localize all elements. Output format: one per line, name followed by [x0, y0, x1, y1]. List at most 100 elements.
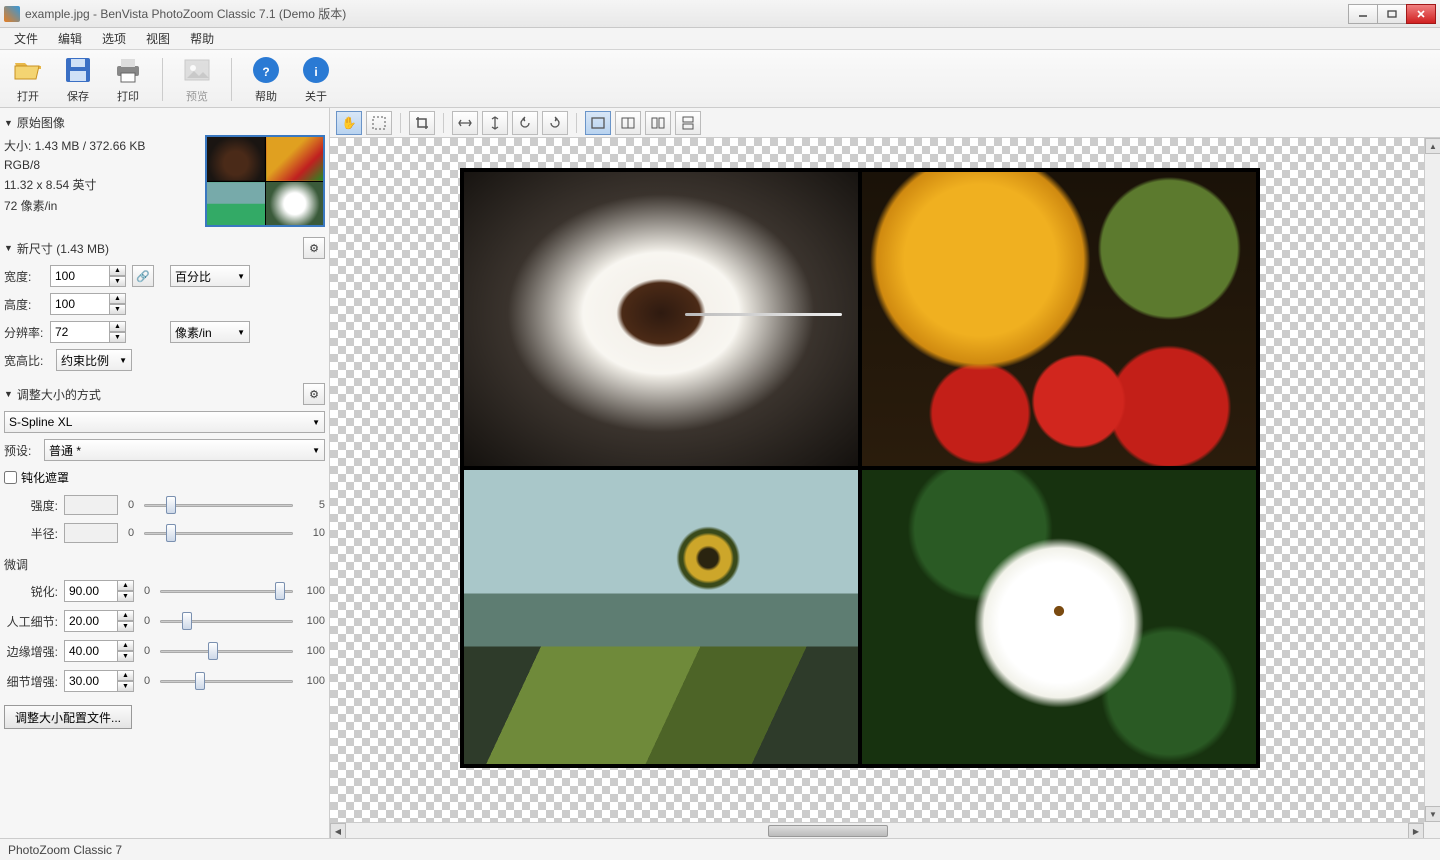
image-cell-lily [862, 470, 1256, 764]
menu-edit[interactable]: 编辑 [48, 28, 92, 49]
scroll-down-button[interactable]: ▼ [1425, 806, 1440, 822]
marquee-icon [372, 116, 386, 130]
section-original[interactable]: ▼原始图像 [4, 112, 325, 133]
help-button[interactable]: ? 帮助 [246, 54, 286, 105]
help-icon: ? [250, 54, 282, 86]
width-input[interactable]: ▲▼ [50, 265, 126, 287]
marquee-tool-button[interactable] [366, 111, 392, 135]
resize-profile-button[interactable]: 调整大小配置文件... [4, 705, 132, 729]
aspect-label: 宽高比: [4, 352, 50, 369]
scroll-left-button[interactable]: ◀ [330, 823, 346, 838]
status-text: PhotoZoom Classic 7 [8, 843, 122, 857]
scroll-up-button[interactable]: ▲ [1425, 138, 1440, 154]
method-settings-button[interactable]: ⚙ [303, 383, 325, 405]
preset-select[interactable]: 普通 *▼ [44, 439, 325, 461]
toolbar-separator [162, 58, 163, 101]
horizontal-scrollbar[interactable]: ◀ ▶ [330, 822, 1424, 838]
height-input[interactable]: ▲▼ [50, 293, 126, 315]
image-preview[interactable] [460, 168, 1260, 768]
newsize-settings-button[interactable]: ⚙ [303, 237, 325, 259]
view-stacked-button[interactable] [675, 111, 701, 135]
save-button[interactable]: 保存 [58, 54, 98, 105]
detail-boost-label: 细节增强: [4, 673, 58, 690]
menu-options[interactable]: 选项 [92, 28, 136, 49]
view-split-v-button[interactable] [645, 111, 671, 135]
section-resize-method[interactable]: ▼调整大小的方式 ⚙ [4, 381, 325, 407]
stacked-icon [681, 116, 695, 130]
artificial-detail-slider[interactable] [160, 612, 293, 630]
original-size: 大小: 1.43 MB / 372.66 KB [4, 137, 199, 154]
resolution-label: 分辨率: [4, 324, 44, 341]
rotate-cw-icon [548, 116, 562, 130]
strength-slider[interactable] [144, 496, 293, 514]
close-button[interactable] [1406, 4, 1436, 24]
resolution-input[interactable]: ▲▼ [50, 321, 126, 343]
hand-icon: ✋ [342, 116, 357, 130]
resolution-unit-select[interactable]: 像素/in▼ [170, 321, 250, 343]
printer-icon [112, 54, 144, 86]
thumbnail[interactable] [205, 135, 325, 227]
rotate-left-button[interactable] [512, 111, 538, 135]
maximize-button[interactable] [1377, 4, 1407, 24]
width-label: 宽度: [4, 268, 44, 285]
flip-h-icon [458, 116, 472, 130]
about-button[interactable]: i 关于 [296, 54, 336, 105]
menu-view[interactable]: 视图 [136, 28, 180, 49]
sharpen-input[interactable]: ▲▼ [64, 580, 134, 602]
main-toolbar: 打开 保存 打印 预览 ? 帮助 i 关于 [0, 50, 1440, 108]
status-bar: PhotoZoom Classic 7 [0, 838, 1440, 860]
edge-boost-label: 边缘增强: [4, 643, 58, 660]
window-title: example.jpg - BenVista PhotoZoom Classic… [25, 5, 1349, 22]
split-v-icon [651, 116, 665, 130]
original-dims: 11.32 x 8.54 英寸 [4, 176, 199, 193]
view-split-h-button[interactable] [615, 111, 641, 135]
sharpen-slider[interactable] [160, 582, 293, 600]
edge-boost-input[interactable]: ▲▼ [64, 640, 134, 662]
crop-icon [415, 116, 429, 130]
link-dimensions-button[interactable]: 🔗 [132, 265, 154, 287]
sharpen-label: 锐化: [4, 583, 58, 600]
size-unit-select[interactable]: 百分比▼ [170, 265, 250, 287]
scroll-right-button[interactable]: ▶ [1408, 823, 1424, 838]
original-dpi: 72 像素/in [4, 197, 199, 214]
radius-label: 半径: [4, 525, 58, 542]
menu-file[interactable]: 文件 [4, 28, 48, 49]
svg-text:?: ? [262, 65, 269, 79]
toolbar-separator [231, 58, 232, 101]
flip-horizontal-button[interactable] [452, 111, 478, 135]
radius-slider[interactable] [144, 524, 293, 542]
canvas-area[interactable]: ▲ ▼ ◀ ▶ [330, 138, 1440, 838]
minimize-button[interactable] [1348, 4, 1378, 24]
scroll-thumb[interactable] [768, 825, 888, 837]
print-button[interactable]: 打印 [108, 54, 148, 105]
menu-help[interactable]: 帮助 [180, 28, 224, 49]
svg-text:i: i [314, 65, 317, 79]
aspect-select[interactable]: 约束比例▼ [56, 349, 132, 371]
detail-boost-slider[interactable] [160, 672, 293, 690]
unsharp-mask-checkbox[interactable]: 钝化遮罩 [4, 469, 325, 486]
image-preview-icon [181, 54, 213, 86]
preset-label: 预设: [4, 442, 38, 459]
crop-tool-button[interactable] [409, 111, 435, 135]
view-single-button[interactable] [585, 111, 611, 135]
settings-panel: ▼原始图像 大小: 1.43 MB / 372.66 KB RGB/8 11.3… [0, 108, 330, 838]
detail-boost-input[interactable]: ▲▼ [64, 670, 134, 692]
radius-input [64, 523, 118, 543]
hand-tool-button[interactable]: ✋ [336, 111, 362, 135]
view-single-icon [591, 116, 605, 130]
image-cell-fruit [862, 172, 1256, 466]
split-h-icon [621, 116, 635, 130]
height-label: 高度: [4, 296, 44, 313]
strength-label: 强度: [4, 497, 58, 514]
algorithm-select[interactable]: S-Spline XL▼ [4, 411, 325, 433]
section-newsize[interactable]: ▼新尺寸 (1.43 MB) ⚙ [4, 235, 325, 261]
edge-boost-slider[interactable] [160, 642, 293, 660]
vertical-scrollbar[interactable]: ▲ ▼ [1424, 138, 1440, 822]
flip-vertical-button[interactable] [482, 111, 508, 135]
folder-open-icon [12, 54, 44, 86]
open-button[interactable]: 打开 [8, 54, 48, 105]
image-cell-coffee [464, 172, 858, 466]
rotate-right-button[interactable] [542, 111, 568, 135]
artificial-detail-input[interactable]: ▲▼ [64, 610, 134, 632]
artificial-detail-label: 人工细节: [4, 613, 58, 630]
